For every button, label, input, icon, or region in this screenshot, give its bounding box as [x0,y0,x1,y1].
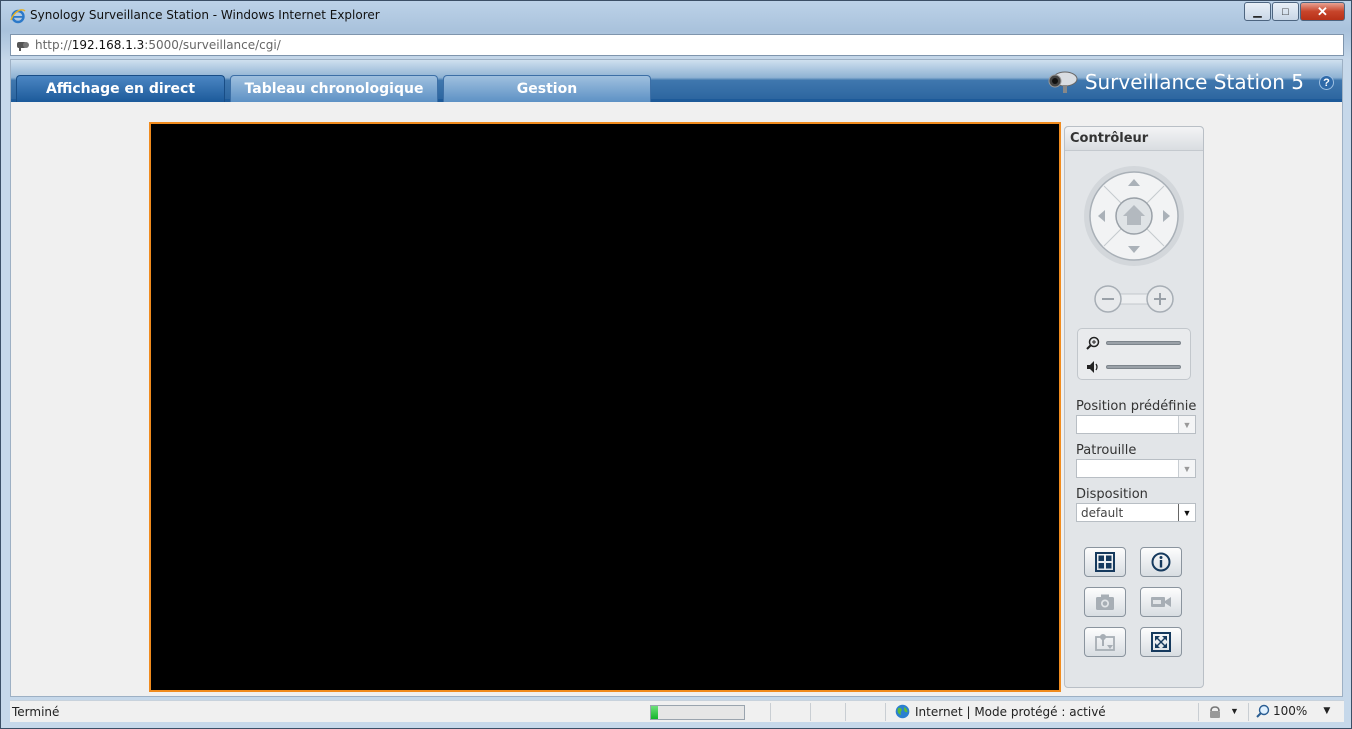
chevron-down-icon: ▼ [1178,504,1195,521]
layout-select[interactable]: default ▼ [1076,503,1196,522]
page-icon [17,42,29,51]
divider [810,703,811,721]
layout-value: default [1081,506,1124,520]
progress-bar [650,705,745,720]
protected-mode-icon[interactable] [1208,705,1222,719]
patrol-select[interactable]: ▼ [1076,459,1196,478]
chevron-down-icon: ▼ [1178,416,1195,433]
divider [1248,703,1249,721]
live-video-view[interactable] [149,122,1061,692]
address-host: 192.168.1.3 [71,38,145,52]
info-icon [1151,552,1171,572]
info-button[interactable] [1140,547,1182,577]
zoom-out-button[interactable] [1094,285,1122,313]
address-path: :5000/surveillance/cgi/ [144,38,281,52]
divider [885,703,886,721]
zoom-value: 100% [1273,704,1308,718]
brand: Surveillance Station 5 [1047,69,1304,95]
window-title: Synology Surveillance Station - Windows … [30,8,380,22]
slider-panel [1077,328,1191,380]
help-button[interactable]: ? [1319,75,1334,90]
address-prefix: http:// [35,38,72,52]
layout-button[interactable] [1084,547,1126,577]
security-zone-text: Internet | Mode protégé : activé [915,704,1106,719]
zoom-level[interactable]: 100% ▼ [1256,704,1330,718]
volume-slider[interactable] [1106,365,1181,369]
map-icon [1095,634,1115,651]
app-header: Affichage en direct Tableau chronologiqu… [11,60,1342,102]
status-bar: Terminé Internet | Mode protégé : activé… [10,700,1344,722]
browser-window: Synology Surveillance Station - Windows … [0,0,1352,729]
progress-fill [651,706,658,719]
preset-label: Position prédéfinie [1076,399,1197,414]
chevron-down-icon[interactable]: ▼ [1323,706,1330,716]
record-button[interactable] [1140,587,1182,617]
volume-slider-row [1086,359,1186,375]
tab-live-view[interactable]: Affichage en direct [16,75,225,102]
zoom-icon [1256,704,1270,718]
snapshot-button[interactable] [1084,587,1126,617]
divider [770,703,771,721]
title-bar[interactable]: Synology Surveillance Station - Windows … [1,1,1351,31]
fullscreen-icon [1151,632,1171,652]
address-bar[interactable]: http://192.168.1.3:5000/surveillance/cgi… [10,34,1344,56]
tab-management[interactable]: Gestion [443,75,651,102]
address-url[interactable]: http://192.168.1.3:5000/surveillance/cgi… [35,38,281,52]
controller-panel: Contrôleur Position prédéfinie ▼ Patroui… [1064,126,1204,688]
maximize-button[interactable]: □ [1272,2,1299,21]
map-button[interactable] [1084,627,1126,657]
minimize-button[interactable]: ▁ [1244,2,1271,21]
divider [1198,703,1199,721]
video-camera-icon [1151,597,1171,607]
zoom-slider-row [1086,335,1186,351]
zoom-buttons [1094,285,1174,313]
divider [845,703,846,721]
camera-icon [1096,594,1114,610]
fullscreen-button[interactable] [1140,627,1182,657]
chevron-down-icon: ▼ [1178,460,1195,477]
layout-label: Disposition [1076,487,1148,502]
window-controls: ▁ □ ✕ [1243,2,1345,21]
ptz-joystick-icon[interactable] [1083,164,1185,268]
chevron-down-icon[interactable]: ▼ [1230,706,1239,716]
preset-select[interactable]: ▼ [1076,415,1196,434]
globe-icon [895,704,910,719]
speaker-icon [1087,361,1098,373]
tab-timeline[interactable]: Tableau chronologique [230,75,438,102]
zoom-slider[interactable] [1106,341,1181,345]
magnifier-icon [1086,336,1100,350]
surveillance-camera-icon [1048,71,1078,93]
close-button[interactable]: ✕ [1300,2,1345,21]
status-text: Terminé [12,705,60,719]
controller-title: Contrôleur [1065,127,1203,151]
zoom-in-button[interactable] [1146,285,1174,313]
page-content: Affichage en direct Tableau chronologiqu… [10,59,1343,697]
patrol-label: Patrouille [1076,443,1137,458]
grid-layout-icon [1095,552,1115,572]
brand-title: Surveillance Station 5 [1084,70,1304,94]
internet-explorer-icon [10,9,26,24]
security-zone[interactable]: Internet | Mode protégé : activé [895,704,1106,719]
